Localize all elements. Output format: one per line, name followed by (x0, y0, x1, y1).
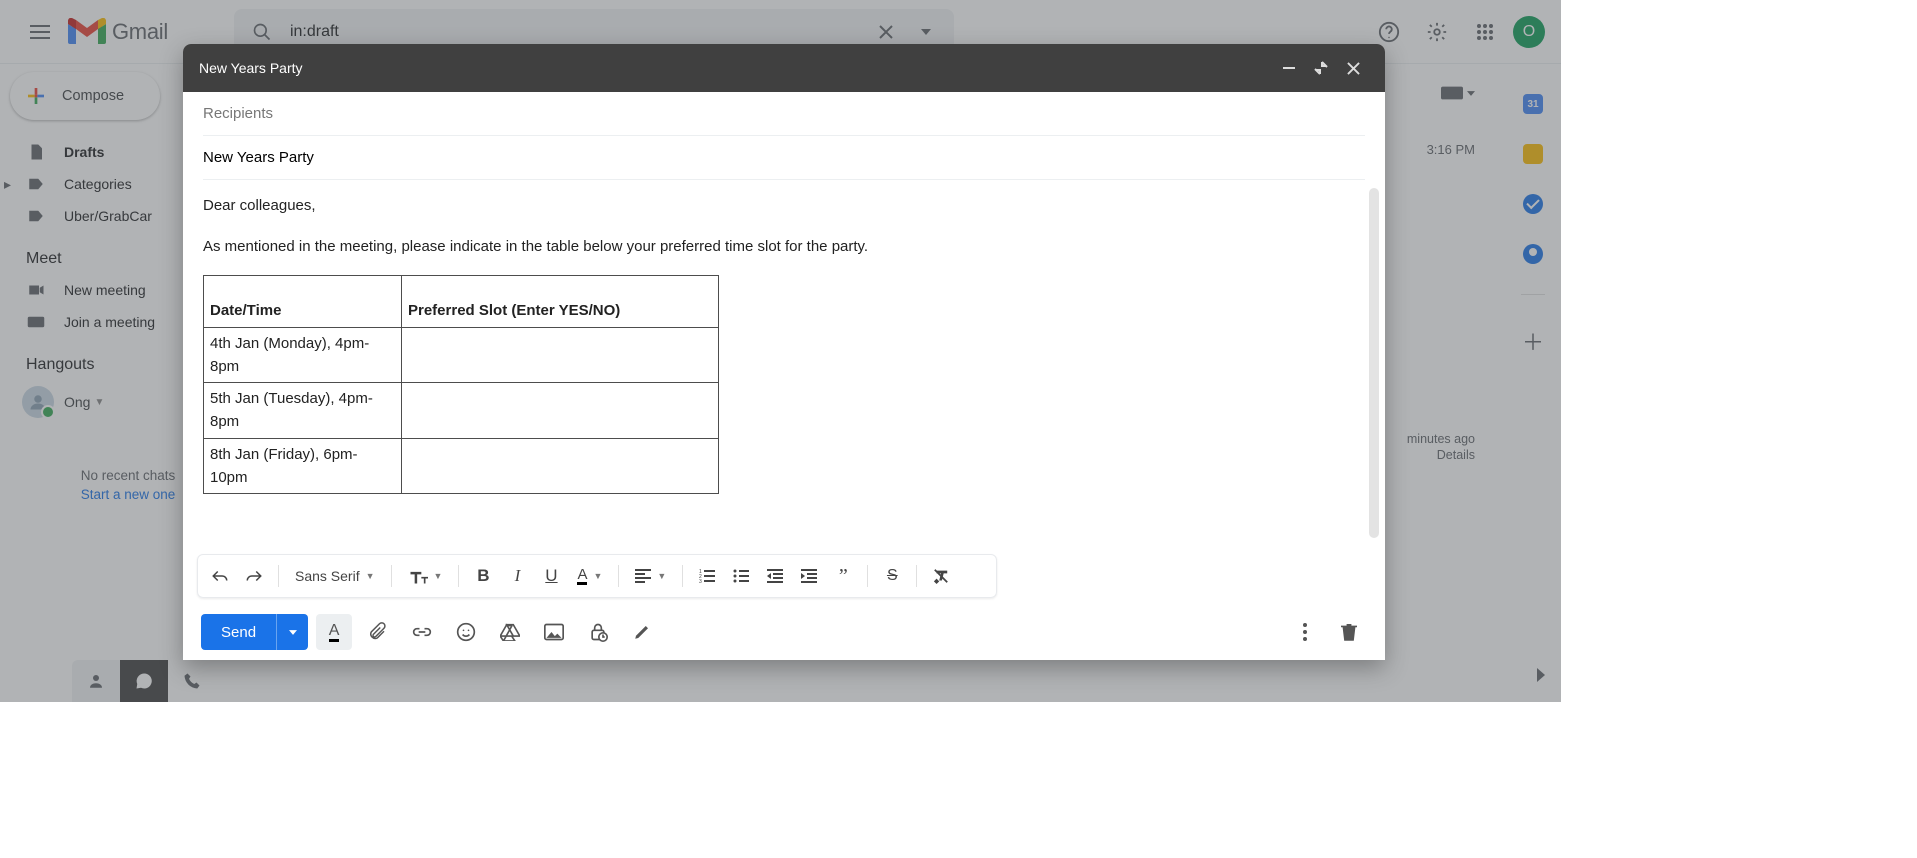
indent-icon (801, 569, 817, 583)
compose-fields: Recipients New Years Party (183, 92, 1385, 180)
quote-icon: ” (839, 571, 848, 581)
underline-icon: U (545, 566, 557, 586)
outdent-icon (767, 569, 783, 583)
redo-button[interactable] (238, 560, 270, 592)
text-color-button[interactable]: A▼ (569, 560, 610, 592)
caret-down-icon: ▼ (434, 571, 443, 581)
caret-down-icon (289, 630, 297, 635)
pen-icon (633, 623, 651, 641)
send-button-group: Send (201, 614, 308, 650)
table-cell[interactable] (402, 327, 719, 383)
image-icon (544, 623, 564, 641)
font-size-button[interactable]: ▼ (400, 560, 451, 592)
more-vert-icon (1303, 623, 1307, 641)
table-row: 8th Jan (Friday), 6pm-10pm (204, 438, 719, 494)
compose-body[interactable]: Dear colleagues, As mentioned in the mee… (183, 180, 1385, 554)
insert-photo-button[interactable] (536, 614, 572, 650)
align-left-icon (635, 569, 651, 583)
italic-icon: I (515, 566, 521, 586)
compose-footer: Send A (183, 604, 1385, 660)
body-line: As mentioned in the meeting, please indi… (203, 235, 1365, 258)
minimize-button[interactable] (1273, 52, 1305, 84)
text-format-icon: A (329, 623, 340, 642)
send-button[interactable]: Send (201, 614, 276, 650)
caret-down-icon: ▼ (657, 571, 666, 581)
table-header: Preferred Slot (Enter YES/NO) (402, 275, 719, 327)
text-format-toggle[interactable]: A (316, 614, 352, 650)
recipients-field[interactable]: Recipients (203, 92, 1365, 136)
font-family-button[interactable]: Sans Serif ▼ (287, 560, 383, 592)
discard-draft-button[interactable] (1331, 614, 1367, 650)
close-icon (1347, 62, 1360, 75)
strike-icon: S (887, 567, 898, 585)
minimize-icon (1283, 67, 1295, 69)
app-root: Gmail O (0, 0, 1561, 702)
align-button[interactable]: ▼ (627, 560, 674, 592)
undo-icon (211, 569, 229, 583)
table-row: 5th Jan (Tuesday), 4pm-8pm (204, 383, 719, 439)
redo-icon (245, 569, 263, 583)
lock-clock-icon (588, 622, 608, 642)
paperclip-icon (369, 622, 387, 642)
table-header: Date/Time (204, 275, 402, 327)
bulleted-list-icon (733, 569, 749, 583)
restore-button[interactable] (1305, 52, 1337, 84)
confidential-mode-button[interactable] (580, 614, 616, 650)
insert-link-button[interactable] (404, 614, 440, 650)
compose-title: New Years Party (199, 60, 1273, 76)
text-size-icon (408, 568, 428, 584)
indent-more-button[interactable] (793, 560, 825, 592)
insert-emoji-button[interactable] (448, 614, 484, 650)
formatting-toolbar: Sans Serif ▼ ▼ B I U A▼ ▼ 123 ” S (197, 554, 997, 598)
subject-field[interactable]: New Years Party (203, 136, 1365, 180)
collapse-icon (1314, 61, 1328, 75)
undo-button[interactable] (204, 560, 236, 592)
attach-button[interactable] (360, 614, 396, 650)
emoji-icon (456, 622, 476, 642)
strikethrough-button[interactable]: S (876, 560, 908, 592)
table-cell: 8th Jan (Friday), 6pm-10pm (204, 438, 402, 494)
numbered-list-button[interactable]: 123 (691, 560, 723, 592)
table-cell: 5th Jan (Tuesday), 4pm-8pm (204, 383, 402, 439)
drive-icon (500, 623, 520, 641)
indent-less-button[interactable] (759, 560, 791, 592)
more-options-button[interactable] (1287, 614, 1323, 650)
svg-text:3: 3 (699, 579, 702, 583)
text-color-icon: A (577, 567, 587, 585)
font-family-label: Sans Serif (295, 568, 360, 584)
numbered-list-icon: 123 (699, 569, 715, 583)
trash-icon (1341, 622, 1357, 642)
compose-window: New Years Party Recipients New Years Par… (183, 44, 1385, 660)
insert-drive-button[interactable] (492, 614, 528, 650)
clear-format-icon (932, 568, 950, 584)
timeslot-table[interactable]: Date/Time Preferred Slot (Enter YES/NO) … (203, 275, 719, 495)
caret-down-icon: ▼ (593, 571, 602, 581)
bold-button[interactable]: B (467, 560, 499, 592)
close-compose-button[interactable] (1337, 52, 1369, 84)
remove-formatting-button[interactable] (925, 560, 957, 592)
table-cell[interactable] (402, 383, 719, 439)
table-cell: 4th Jan (Monday), 4pm-8pm (204, 327, 402, 383)
send-options-button[interactable] (276, 614, 308, 650)
table-cell[interactable] (402, 438, 719, 494)
caret-down-icon: ▼ (366, 571, 375, 581)
table-row: 4th Jan (Monday), 4pm-8pm (204, 327, 719, 383)
underline-button[interactable]: U (535, 560, 567, 592)
body-scrollbar[interactable] (1369, 188, 1379, 538)
bold-icon: B (477, 566, 489, 586)
link-icon (412, 626, 432, 638)
italic-button[interactable]: I (501, 560, 533, 592)
bulleted-list-button[interactable] (725, 560, 757, 592)
insert-signature-button[interactable] (624, 614, 660, 650)
body-greeting: Dear colleagues, (203, 194, 1365, 217)
compose-titlebar: New Years Party (183, 44, 1385, 92)
quote-button[interactable]: ” (827, 560, 859, 592)
